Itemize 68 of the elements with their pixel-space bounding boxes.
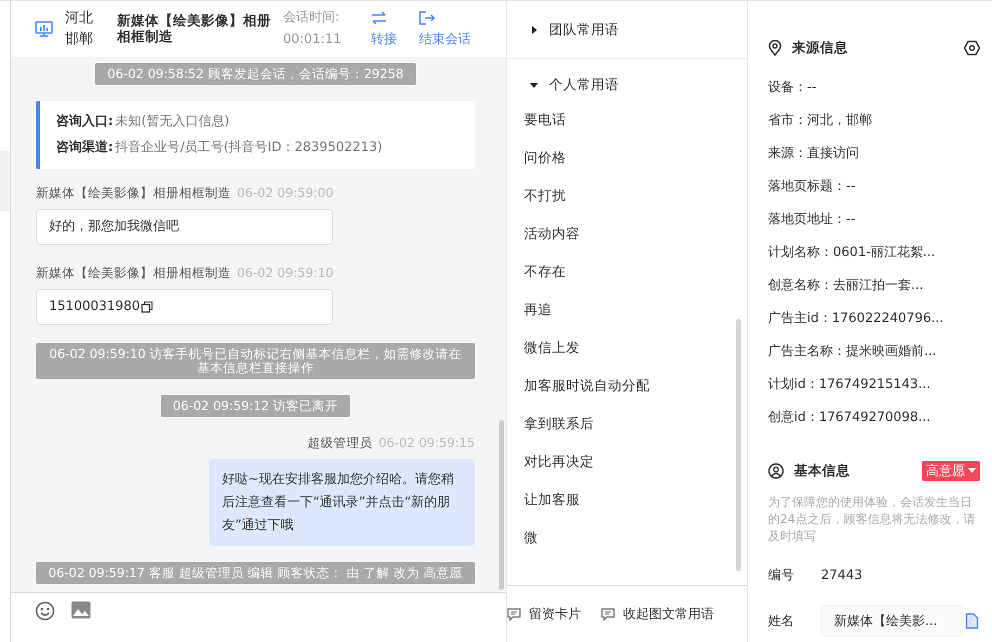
entry-value: 未知(暂无入口信息)	[115, 114, 230, 129]
system-notice: 06-02 09:58:52 顾客发起会话，会话编号：29258	[95, 63, 416, 85]
info-field: 计划id：176749215143...	[768, 368, 931, 401]
settings-icon[interactable]	[964, 40, 980, 56]
system-notice: 06-02 09:59:12 访客已离开	[160, 395, 350, 417]
location-text: 邯郸	[65, 30, 94, 49]
phrase-action-button[interactable]: 留资卡片	[507, 605, 581, 623]
entry-label: 咨询入口:	[56, 114, 114, 129]
phrase-item[interactable]: 再追	[507, 291, 747, 329]
swap-arrows-icon	[371, 10, 387, 24]
image-icon[interactable]	[71, 601, 91, 619]
field-value: 27443	[821, 568, 862, 582]
user-icon	[768, 463, 784, 479]
intent-tag[interactable]: 高意愿	[922, 461, 980, 481]
timer-value: 00:01:11	[283, 31, 342, 49]
phrase-item[interactable]: 活动内容	[507, 215, 747, 253]
copy-icon[interactable]	[140, 301, 153, 313]
entry-label: 咨询渠道:	[56, 140, 114, 155]
phrase-item[interactable]: 微	[507, 519, 747, 557]
field-label: 编号	[768, 567, 795, 584]
exit-icon	[419, 10, 435, 24]
phrase-item[interactable]: 微信上发	[507, 329, 747, 367]
phrase-item[interactable]: 对比再决定	[507, 443, 747, 481]
message-icon	[507, 608, 521, 620]
notice-text: 为了保障您的使用体验，会话发生当日的24点之后，顾客信息将无法修改，请及时填写	[768, 494, 976, 545]
message-icon	[601, 608, 615, 620]
field-label: 姓名	[768, 613, 795, 630]
system-notice: 06-02 09:59:17 客服 超级管理员 编辑 顾客状态： 由 了解 改为 高意愿	[36, 562, 475, 584]
name-input[interactable]: 新媒体【绘美影...	[821, 605, 963, 637]
location-pin-icon	[768, 40, 782, 56]
phrase-item[interactable]: 不打扰	[507, 177, 747, 215]
location-text: 河北	[65, 9, 94, 28]
message-bubble: 好哒~现在安排客服加您介绍哈。请您稍后注意查看一下“通讯录”并点击“新的朋友”通过下哦	[209, 459, 475, 546]
phrase-item[interactable]: 加客服时说自动分配	[507, 367, 747, 405]
info-field: 设备：--	[768, 71, 816, 104]
message-bubble: 好的，那您加我微信吧	[36, 209, 334, 245]
section-title: 来源信息	[792, 39, 848, 57]
info-field: 来源：直接访问	[768, 137, 859, 170]
info-field: 落地页标题：--	[768, 170, 856, 203]
system-notice: 06-02 09:59:10 访客手机号已自动标记右侧基本信息栏，如需修改请在基本信息栏直接操作	[36, 343, 475, 379]
caret-icon	[968, 468, 976, 474]
entry-value: 抖音企业号/员工号(抖音号ID：2839502213)	[115, 140, 382, 155]
message-time: 06-02 09:59:00	[237, 185, 334, 200]
message-time: 06-02 09:59:10	[237, 265, 334, 280]
caret-icon	[529, 24, 539, 34]
info-field: 创意id：176749270098...	[768, 401, 931, 434]
info-field: 落地页地址：--	[768, 203, 856, 236]
info-field: 省市：河北，邯郸	[768, 104, 872, 137]
customer-name: 新媒体【绘美影像】相册相框制造	[117, 13, 272, 45]
message-time: 06-02 09:59:15	[378, 435, 475, 450]
caret-icon	[529, 80, 539, 90]
sender-name: 超级管理员	[308, 435, 373, 450]
section-title: 基本信息	[794, 462, 850, 480]
message-bubble: 15100031980	[36, 289, 334, 325]
info-field: 广告主名称：提米映画婚前...	[768, 335, 936, 368]
info-field: 创意名称：去丽江拍一套...	[768, 269, 924, 302]
info-field: 计划名称：0601-丽江花絮...	[768, 236, 936, 269]
sender-name: 新媒体【绘美影像】相册相框制造	[36, 185, 231, 200]
sender-name: 新媒体【绘美影像】相册相框制造	[36, 265, 231, 280]
phrase-item[interactable]: 让加客服	[507, 481, 747, 519]
phrase-item[interactable]: 问价格	[507, 139, 747, 177]
timer-label: 会话时间:	[283, 9, 340, 27]
monitor-icon	[35, 21, 53, 37]
phrase-action-button[interactable]: 收起图文常用语	[601, 605, 714, 623]
info-field: 广告主id：176022240796...	[768, 302, 944, 335]
phrase-item[interactable]: 不存在	[507, 253, 747, 291]
emoji-icon[interactable]	[35, 601, 55, 621]
phrase-item[interactable]: 拿到联系后	[507, 405, 747, 443]
